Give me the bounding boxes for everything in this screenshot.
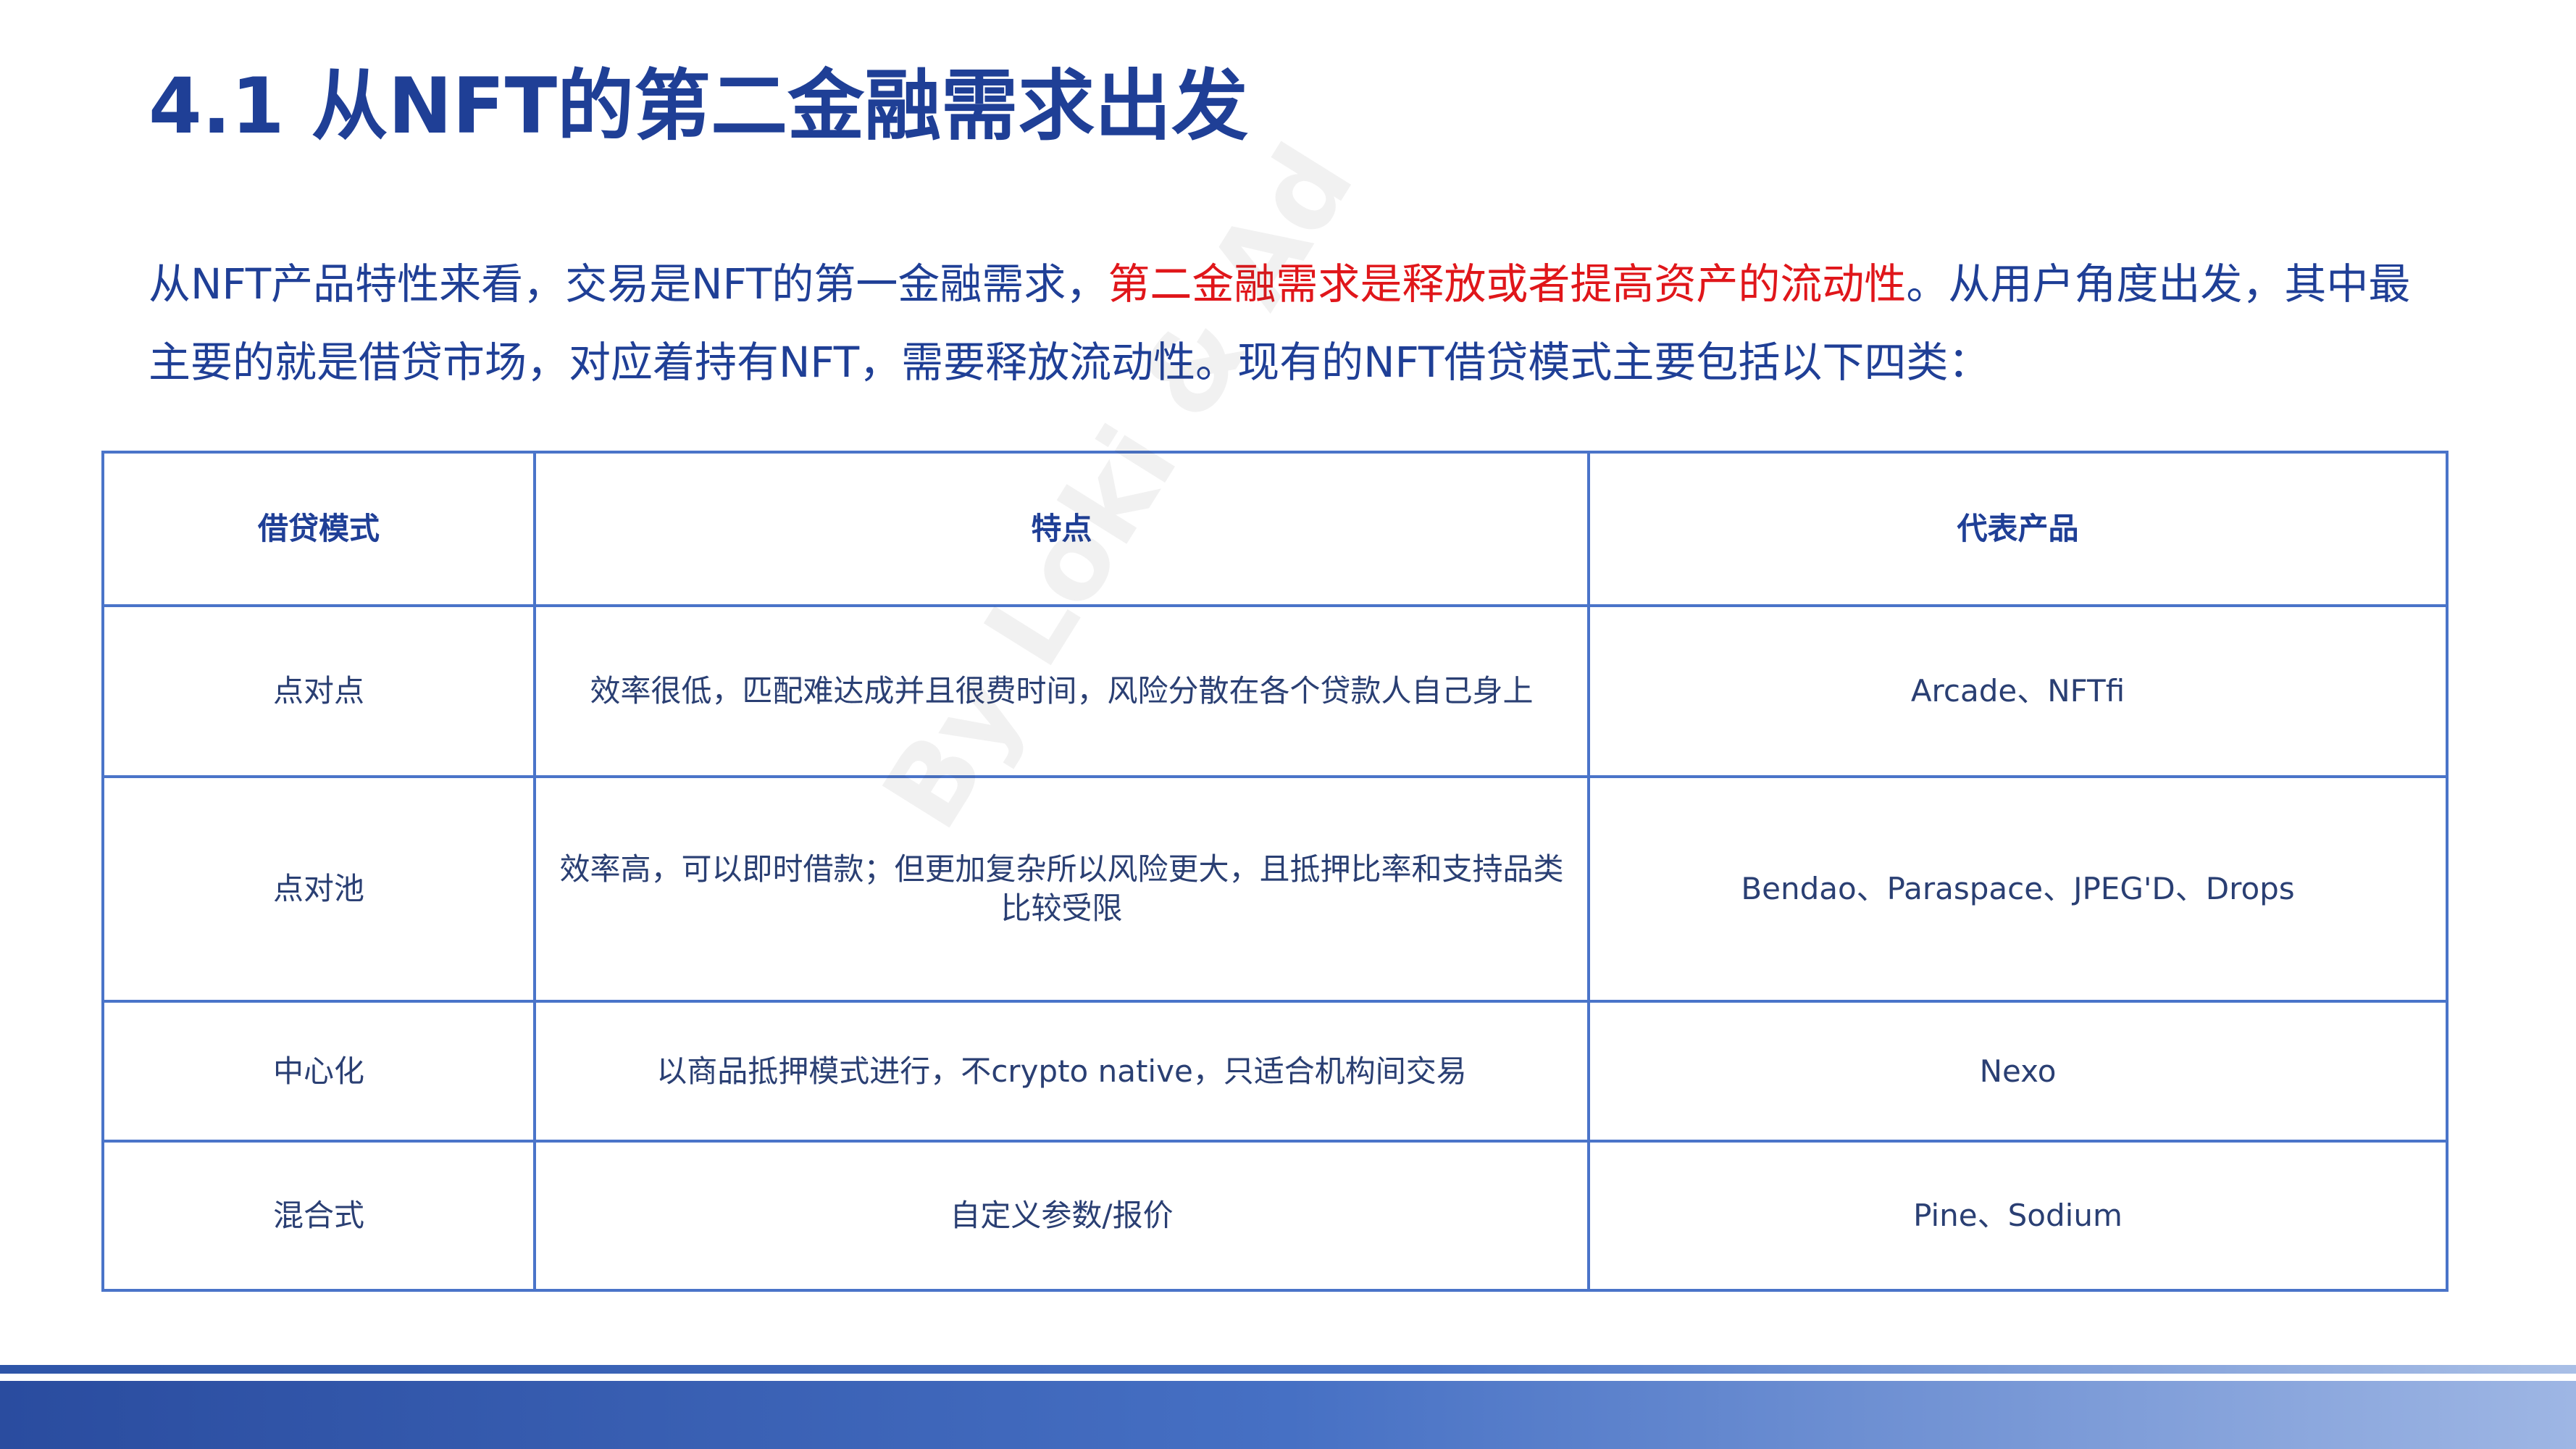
cell-products: Pine、Sodium: [1587, 1140, 2449, 1292]
cell-products: Nexo: [1587, 1000, 2449, 1143]
page-title: 4.1 从NFT的第二金融需求出发: [149, 62, 1249, 151]
cell-feature: 效率很低，匹配难达成并且很费时间，风险分散在各个贷款人自己身上: [533, 604, 1590, 778]
cell-mode: 混合式: [101, 1140, 536, 1292]
cell-products: Arcade、NFTfi: [1587, 604, 2449, 778]
header-feature: 特点: [533, 451, 1590, 607]
cell-mode: 点对点: [101, 604, 536, 778]
cell-feature: 以商品抵押模式进行，不crypto native，只适合机构间交易: [533, 1000, 1590, 1143]
footer-band-thin: [0, 1365, 2576, 1374]
cell-feature: 自定义参数/报价: [533, 1140, 1590, 1292]
cell-mode: 点对池: [101, 775, 536, 1003]
cell-mode: 中心化: [101, 1000, 536, 1143]
table-row: 点对池 效率高，可以即时借款；但更加复杂所以风险更大，且抵押比率和支持品类比较受…: [101, 775, 2449, 1003]
cell-products: Bendao、Paraspace、JPEG'D、Drops: [1587, 775, 2449, 1003]
header-products: 代表产品: [1587, 451, 2449, 607]
table-row: 中心化 以商品抵押模式进行，不crypto native，只适合机构间交易 Ne…: [101, 1000, 2449, 1143]
intro-paragraph: 从NFT产品特性来看，交易是NFT的第一金融需求，第二金融需求是释放或者提高资产…: [149, 245, 2438, 401]
footer-band: [0, 1381, 2576, 1449]
header-mode: 借贷模式: [101, 451, 536, 607]
cell-feature: 效率高，可以即时借款；但更加复杂所以风险更大，且抵押比率和支持品类比较受限: [533, 775, 1590, 1003]
table-row: 混合式 自定义参数/报价 Pine、Sodium: [101, 1140, 2449, 1292]
intro-text-part1: 从NFT产品特性来看，交易是NFT的第一金融需求，: [149, 259, 1108, 309]
intro-highlight: 第二金融需求是释放或者提高资产的流动性: [1108, 259, 1907, 309]
table-row: 点对点 效率很低，匹配难达成并且很费时间，风险分散在各个贷款人自己身上 Arca…: [101, 604, 2449, 778]
lending-modes-table: 借贷模式 特点 代表产品 点对点 效率很低，匹配难达成并且很费时间，风险分散在各…: [101, 451, 2449, 1292]
table-header-row: 借贷模式 特点 代表产品: [101, 451, 2449, 607]
